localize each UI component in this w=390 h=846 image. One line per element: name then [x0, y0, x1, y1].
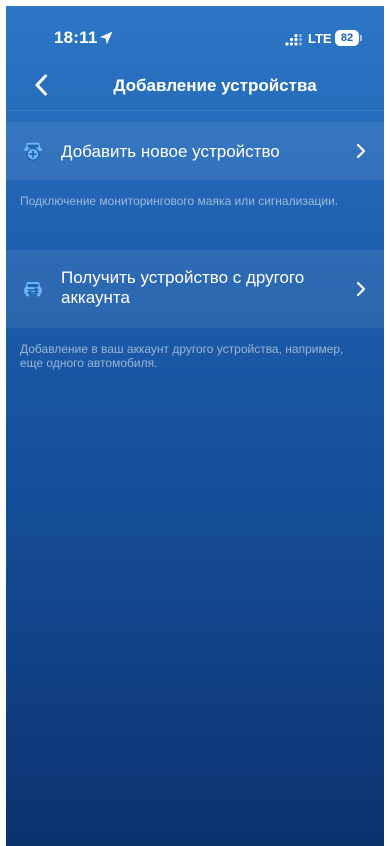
- battery-level: 82: [335, 30, 359, 46]
- nav-bar: Добавление устройства: [6, 62, 384, 111]
- car-transfer-icon: [24, 282, 42, 297]
- chevron-right-icon: [356, 281, 366, 297]
- add-new-device-row[interactable]: Добавить новое устройство: [6, 122, 384, 180]
- back-button[interactable]: [28, 70, 60, 102]
- car-add-icon: [24, 142, 42, 161]
- transfer-device-hint: Добавление в ваш аккаунт другого устройс…: [20, 342, 344, 370]
- page-title: Добавление устройства: [113, 76, 317, 95]
- status-bar: 18:11 LTE 82: [6, 6, 384, 62]
- network-label: LTE: [308, 31, 332, 46]
- chevron-left-icon: [35, 74, 47, 96]
- add-new-device-label: Добавить новое устройство: [61, 142, 280, 161]
- location-arrow-icon: [99, 31, 113, 45]
- add-new-device-hint: Подключение мониторингового маяка или си…: [20, 194, 339, 208]
- battery-icon: 82: [335, 30, 362, 46]
- signal-icon: [285, 34, 303, 46]
- screen: 18:11 LTE 82 Добавление устройства Добав…: [6, 6, 384, 846]
- transfer-device-row[interactable]: Получить устройство с другого аккаунта: [6, 250, 384, 328]
- transfer-device-label: Получить устройство с другого аккаунта: [61, 268, 305, 307]
- battery-tip: [360, 35, 362, 41]
- chevron-right-icon: [356, 143, 366, 159]
- status-time: 18:11: [54, 28, 98, 47]
